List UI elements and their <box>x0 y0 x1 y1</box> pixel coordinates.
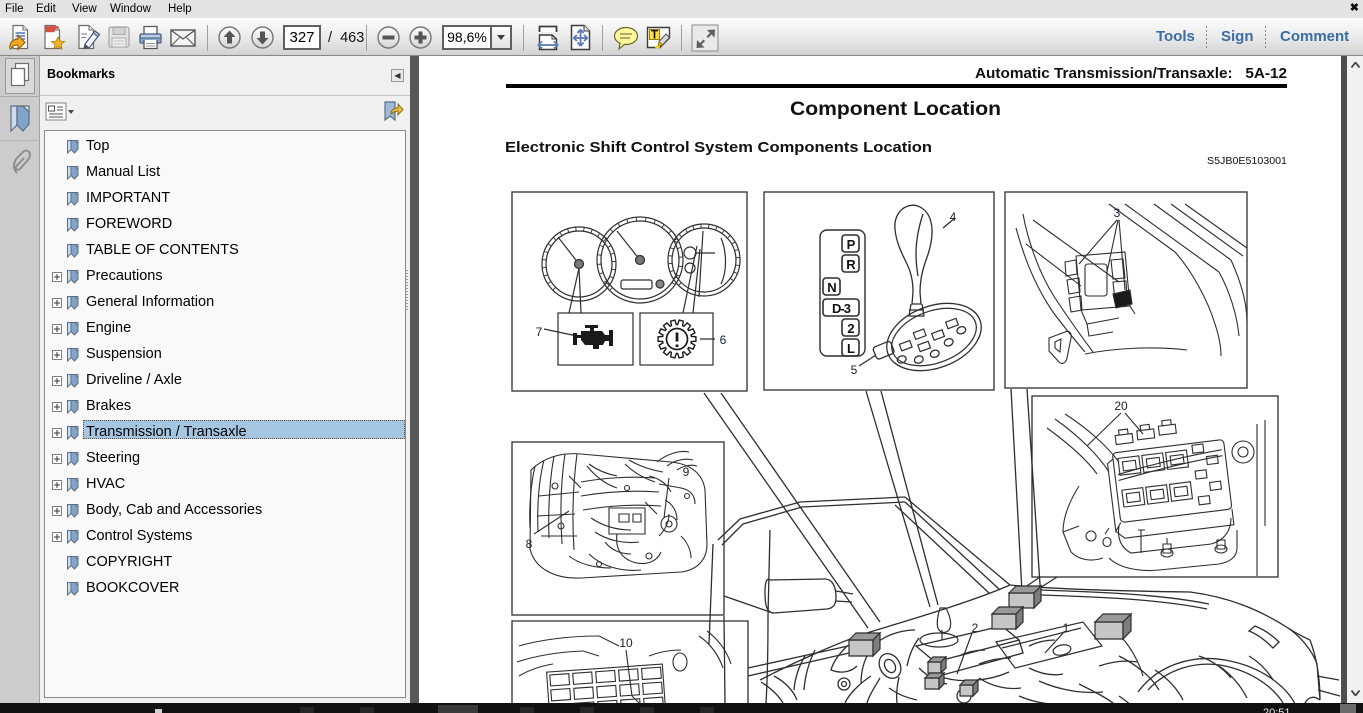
svg-text:2: 2 <box>972 621 979 635</box>
svg-text:R: R <box>846 257 856 272</box>
svg-text:9: 9 <box>683 465 690 479</box>
svg-text:10: 10 <box>619 636 633 650</box>
svg-text:Electronic Shift Control Syste: Electronic Shift Control System Componen… <box>505 139 932 156</box>
svg-text:S5JB0E5103001: S5JB0E5103001 <box>1207 156 1287 167</box>
svg-text:Component Location: Component Location <box>790 99 1001 120</box>
svg-text:P: P <box>847 237 856 252</box>
svg-text:1: 1 <box>1063 621 1070 635</box>
svg-text:N: N <box>827 280 836 295</box>
svg-text:T: T <box>651 30 658 42</box>
svg-text:20: 20 <box>1114 399 1128 413</box>
svg-text:6: 6 <box>720 333 727 347</box>
svg-text:L: L <box>847 341 855 356</box>
svg-text:8: 8 <box>526 537 533 551</box>
svg-text:3: 3 <box>1114 206 1121 220</box>
svg-text:5: 5 <box>851 363 858 377</box>
svg-text:D-3: D-3 <box>832 301 851 316</box>
svg-text:7: 7 <box>536 325 543 339</box>
svg-text:2: 2 <box>847 321 854 336</box>
svg-text:Automatic Transmission/Transax: Automatic Transmission/Transaxle: 5A-12 <box>975 65 1287 82</box>
svg-text:4: 4 <box>950 210 957 224</box>
